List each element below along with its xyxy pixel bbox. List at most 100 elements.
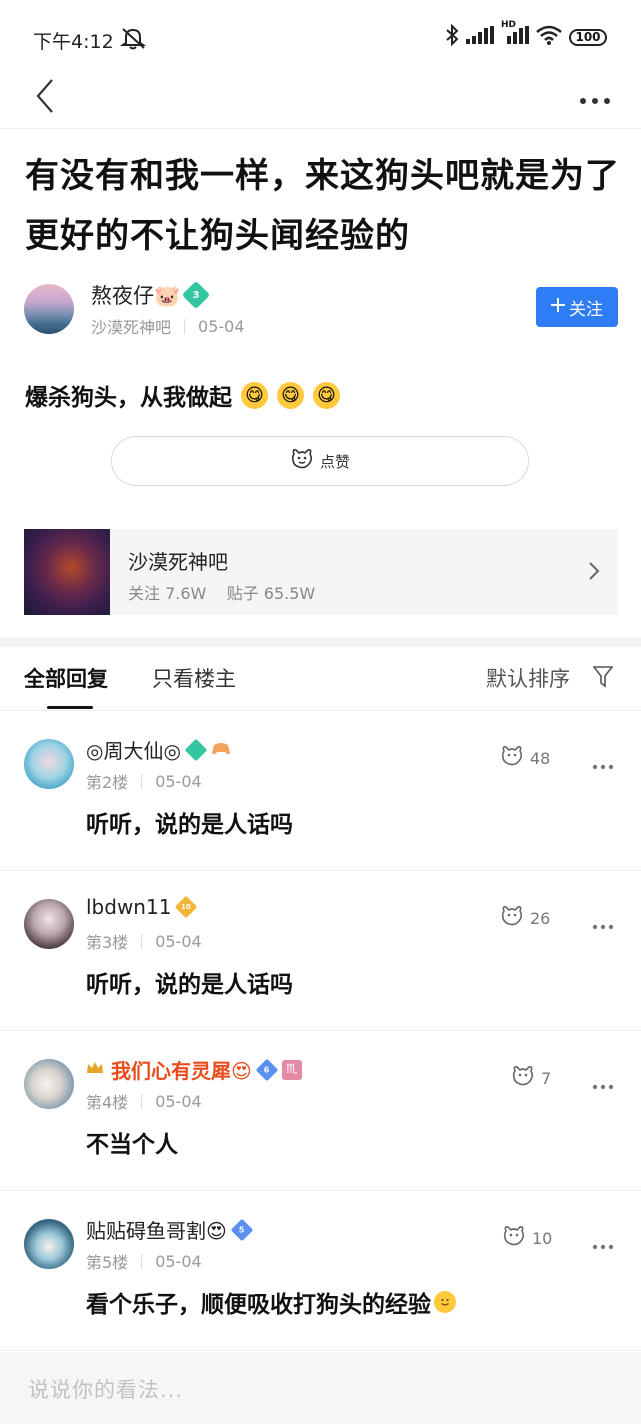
comment-item: 我们心有灵犀😍 6 ♏ 第4楼 05-04 7 不当个人 — [0, 1031, 641, 1191]
comment-text: 看个乐子，顺便吸收打狗头的经验 — [86, 1292, 431, 1318]
comment-meta: 第2楼 05-04 — [86, 769, 202, 793]
comment-item: ◎周大仙◎ 第2楼 05-04 48 听听，说的是人话吗 — [0, 711, 641, 871]
signal-hd-icon: HD — [501, 20, 529, 48]
yum-emoji-icon: 😋 — [313, 381, 340, 409]
yum-emoji-icon: 😋 — [241, 381, 268, 409]
author-level: 3 — [192, 289, 200, 301]
commenter-level: 10 — [181, 903, 192, 911]
nav-bar — [0, 70, 641, 128]
like-count: 26 — [530, 908, 551, 928]
comment-item: 贴贴碍鱼哥割😍 5 第5楼 05-04 10 看个乐子，顺便吸收打狗头的经验 — [0, 1191, 641, 1351]
commenter-name[interactable]: 我们心有灵犀😍 — [111, 1055, 252, 1084]
comment-floor: 第2楼 — [86, 773, 129, 792]
chevron-left-icon[interactable] — [34, 78, 56, 118]
dog-head-like-icon — [502, 1225, 526, 1251]
comment-date: 05-04 — [155, 771, 202, 791]
more-dots-icon[interactable] — [579, 90, 611, 109]
tab-op-only[interactable]: 只看楼主 — [152, 663, 236, 693]
tab-all-replies[interactable]: 全部回复 — [24, 663, 108, 693]
author-meta: 沙漠死神吧 05-04 — [91, 314, 245, 338]
follow-button[interactable]: 关注 — [536, 287, 618, 327]
commenter-avatar[interactable] — [24, 739, 74, 789]
more-dots-icon[interactable] — [592, 1075, 614, 1094]
game-badge-icon — [211, 738, 231, 762]
filter-icon[interactable] — [592, 666, 614, 692]
level-badge-icon: 10 — [175, 895, 198, 919]
scorpio-icon: ♏ — [281, 1059, 302, 1080]
meta-separator — [141, 773, 143, 789]
status-icons: HD 100 — [445, 20, 607, 50]
comment-date: 05-04 — [155, 1251, 202, 1271]
forum-stats: 关注 7.6W 贴子 65.5W — [128, 584, 316, 603]
like-button[interactable]: 点赞 — [111, 436, 529, 486]
post-body: 爆杀狗头，从我做起 😋 😋 😋 — [25, 378, 340, 412]
level-badge-icon: 3 — [182, 280, 211, 310]
commenter-level: 6 — [264, 1064, 270, 1074]
follow-label: 关注 — [569, 299, 603, 320]
author-name-row[interactable]: 熬夜仔🐷 3 — [91, 280, 211, 310]
status-bar: 下午4:12 HD 100 — [0, 0, 641, 70]
reply-input[interactable]: 说说你的看法... — [28, 1374, 183, 1404]
network-label: HD — [501, 20, 517, 30]
commenter-name[interactable]: ◎周大仙◎ — [86, 735, 181, 764]
like-count: 7 — [541, 1068, 552, 1088]
comment-meta: 第5楼 05-04 — [86, 1249, 202, 1273]
more-dots-icon[interactable] — [592, 1235, 614, 1254]
wifi-icon — [536, 25, 562, 49]
comment-like-button[interactable]: 10 — [502, 1225, 552, 1251]
sort-dropdown[interactable]: 默认排序 — [486, 663, 570, 693]
comment-like-button[interactable]: 7 — [511, 1065, 551, 1091]
author-name[interactable]: 熬夜仔🐷 — [91, 280, 180, 310]
comment-item: lbdwn11 10 第3楼 05-04 26 听听，说的是人话吗 — [0, 871, 641, 1031]
forum-name: 沙漠死神吧 — [128, 550, 228, 574]
level-badge-icon: 5 — [230, 1218, 254, 1241]
crown-icon — [86, 1061, 104, 1079]
post-title: 有没有和我一样，来这狗头吧就是为了更好的不让狗头闻经验的 — [25, 156, 620, 256]
comment-text: 不当个人 — [86, 1132, 178, 1158]
comment-floor: 第5楼 — [86, 1253, 129, 1272]
comment-floor: 第4楼 — [86, 1093, 129, 1112]
meta-separator — [141, 1253, 143, 1269]
comment-text: 听听，说的是人话吗 — [86, 812, 293, 838]
meta-separator — [184, 318, 186, 334]
post-body-text: 爆杀狗头，从我做起 — [25, 385, 232, 411]
forum-card[interactable]: 沙漠死神吧 关注 7.6W 贴子 65.5W — [24, 529, 618, 615]
like-count: 10 — [532, 1228, 553, 1248]
signal-icon — [466, 26, 494, 48]
commenter-name[interactable]: lbdwn11 — [86, 895, 171, 919]
author-forum[interactable]: 沙漠死神吧 — [91, 314, 171, 338]
forum-thumbnail — [24, 529, 110, 615]
commenter-name-row: 贴贴碍鱼哥割😍 5 — [86, 1215, 254, 1244]
commenter-name-row: 我们心有灵犀😍 6 ♏ — [86, 1055, 302, 1084]
hug-emoji-icon — [434, 1291, 456, 1313]
yum-emoji-icon: 😋 — [277, 381, 304, 409]
meta-separator — [141, 933, 143, 949]
like-count: 48 — [530, 748, 551, 768]
meta-separator — [141, 1093, 143, 1109]
commenter-name-row: lbdwn11 10 — [86, 895, 198, 919]
dog-head-like-icon — [500, 905, 524, 931]
commenter-avatar[interactable] — [24, 1059, 74, 1109]
level-badge-icon: 6 — [255, 1058, 279, 1081]
comment-text-row: 看个乐子，顺便吸收打狗头的经验 — [86, 1285, 456, 1319]
mute-icon — [119, 26, 148, 54]
author-avatar[interactable] — [24, 284, 74, 334]
commenter-name[interactable]: 贴贴碍鱼哥割😍 — [86, 1215, 227, 1244]
commenter-level: 5 — [239, 1224, 245, 1234]
commenter-avatar[interactable] — [24, 899, 74, 949]
comment-meta: 第4楼 05-04 — [86, 1089, 202, 1113]
comment-date: 05-04 — [155, 931, 202, 951]
commenter-name-row: ◎周大仙◎ — [86, 735, 231, 764]
diamond-badge-icon — [184, 738, 208, 761]
dog-head-like-icon — [290, 448, 314, 474]
tab-active-indicator — [47, 706, 93, 709]
status-time: 下午4:12 — [33, 31, 114, 53]
dog-head-like-icon — [500, 745, 524, 771]
reply-bar[interactable]: 说说你的看法... — [0, 1352, 641, 1424]
comment-like-button[interactable]: 48 — [500, 745, 550, 771]
commenter-avatar[interactable] — [24, 1219, 74, 1269]
more-dots-icon[interactable] — [592, 755, 614, 774]
chevron-right-icon — [588, 561, 600, 585]
comment-like-button[interactable]: 26 — [500, 905, 550, 931]
more-dots-icon[interactable] — [592, 915, 614, 934]
